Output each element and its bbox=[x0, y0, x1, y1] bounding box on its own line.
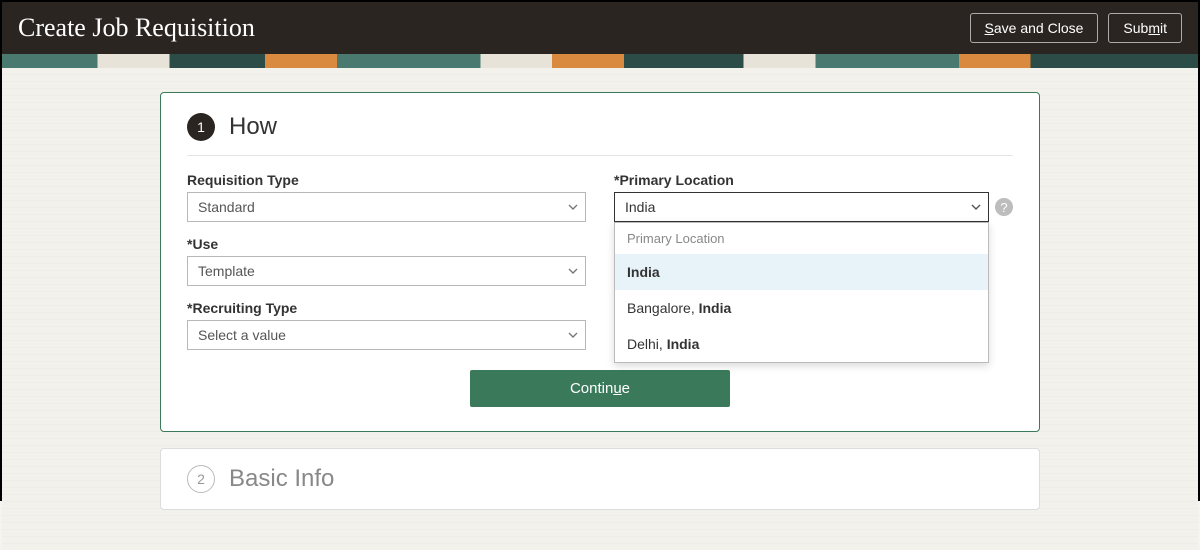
use-value: Template bbox=[198, 263, 255, 279]
dropdown-item[interactable]: Bangalore, India bbox=[615, 290, 988, 326]
divider bbox=[187, 155, 1013, 156]
step-card-how: 1 How Requisition Type Standard Primary … bbox=[160, 92, 1040, 432]
header-actions: Save and Close Submit bbox=[970, 13, 1182, 43]
use-field: Use Template bbox=[187, 236, 586, 286]
dropdown-item[interactable]: Delhi, India bbox=[615, 326, 988, 362]
continue-button[interactable]: Continue bbox=[470, 370, 730, 407]
recruiting-type-value: Select a value bbox=[198, 327, 286, 343]
decorative-band bbox=[2, 54, 1198, 68]
requisition-type-value: Standard bbox=[198, 199, 255, 215]
use-label: Use bbox=[187, 236, 586, 252]
step-header: 1 How bbox=[187, 113, 1013, 141]
requisition-type-label: Requisition Type bbox=[187, 172, 586, 188]
primary-location-value: India bbox=[625, 199, 655, 215]
page-header: Create Job Requisition Save and Close Su… bbox=[2, 2, 1198, 54]
form-grid: Requisition Type Standard Primary Locati… bbox=[187, 172, 1013, 350]
step-title: Basic Info bbox=[229, 465, 334, 493]
dropdown-item[interactable]: India bbox=[615, 254, 988, 290]
recruiting-type-select[interactable]: Select a value bbox=[187, 320, 586, 350]
primary-location-label: Primary Location bbox=[614, 172, 1013, 188]
primary-location-select[interactable]: India Primary Location IndiaBangalore, I… bbox=[614, 192, 989, 222]
step-number-badge: 1 bbox=[187, 113, 215, 141]
requisition-type-field: Requisition Type Standard bbox=[187, 172, 586, 222]
requisition-type-select[interactable]: Standard bbox=[187, 192, 586, 222]
primary-location-field: Primary Location India Primary Location … bbox=[614, 172, 1013, 222]
page-body: 1 How Requisition Type Standard Primary … bbox=[2, 68, 1198, 550]
step-number-badge: 2 bbox=[187, 465, 215, 493]
step-title: How bbox=[229, 113, 277, 141]
primary-location-dropdown: Primary Location IndiaBangalore, IndiaDe… bbox=[614, 222, 989, 363]
recruiting-type-field: Recruiting Type Select a value bbox=[187, 300, 586, 350]
dropdown-heading: Primary Location bbox=[615, 223, 988, 254]
submit-button[interactable]: Submit bbox=[1108, 13, 1182, 43]
recruiting-type-label: Recruiting Type bbox=[187, 300, 586, 316]
page-title: Create Job Requisition bbox=[18, 13, 255, 43]
help-icon[interactable]: ? bbox=[995, 198, 1013, 216]
save-and-close-button[interactable]: Save and Close bbox=[970, 13, 1099, 43]
continue-row: Continue bbox=[187, 370, 1013, 407]
step-header: 2 Basic Info bbox=[187, 465, 1013, 493]
use-select[interactable]: Template bbox=[187, 256, 586, 286]
